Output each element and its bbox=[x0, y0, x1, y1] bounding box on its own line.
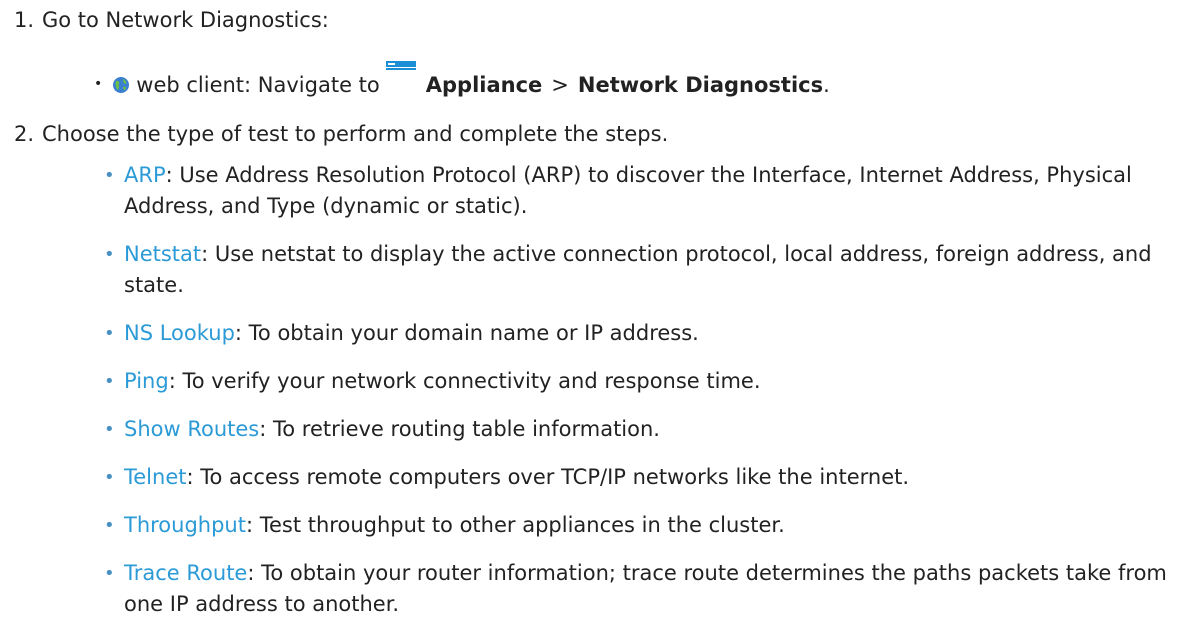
trace-route-link[interactable]: Trace Route bbox=[124, 561, 247, 585]
step-2: 2. Choose the type of test to perform and… bbox=[0, 122, 668, 146]
list-item: • Trace Route: To obtain your router info… bbox=[104, 558, 1174, 620]
nav-separator: > bbox=[551, 73, 569, 97]
globe-icon bbox=[112, 75, 130, 93]
sentence-end: . bbox=[823, 73, 830, 97]
item-description: : To obtain your router information; tra… bbox=[124, 561, 1167, 616]
list-item: • ARP: Use Address Resolution Protocol (A… bbox=[104, 160, 1174, 222]
navigation-instruction: • web client: Navigate to Appliance > Ne… bbox=[94, 61, 830, 97]
arp-link[interactable]: ARP bbox=[124, 163, 166, 187]
list-item: • Throughput: Test throughput to other ap… bbox=[104, 510, 1174, 541]
list-item: • NS Lookup: To obtain your domain name o… bbox=[104, 318, 1174, 349]
appliance-link: Appliance bbox=[425, 73, 543, 97]
item-description: : To retrieve routing table information. bbox=[259, 417, 660, 441]
item-description: : To verify your network connectivity an… bbox=[168, 369, 761, 393]
ns-lookup-link[interactable]: NS Lookup bbox=[124, 321, 235, 345]
step-text: Choose the type of test to perform and c… bbox=[42, 122, 669, 146]
list-item: • Telnet: To access remote computers over… bbox=[104, 462, 1174, 493]
item-description: : Test throughput to other appliances in… bbox=[245, 513, 785, 537]
test-list: • ARP: Use Address Resolution Protocol (A… bbox=[104, 160, 1174, 637]
bullet: • bbox=[94, 76, 103, 92]
bullet: • bbox=[104, 467, 115, 488]
bullet: • bbox=[104, 165, 115, 186]
netstat-link[interactable]: Netstat bbox=[124, 242, 201, 266]
list-item: • Ping: To verify your network connectivi… bbox=[104, 366, 1174, 397]
appliance-icon bbox=[385, 60, 416, 82]
item-description: : Use netstat to display the active conn… bbox=[124, 242, 1152, 297]
step-number: 1. bbox=[13, 8, 34, 32]
bullet: • bbox=[104, 244, 115, 265]
list-item: • Netstat: Use netstat to display the act… bbox=[104, 239, 1174, 301]
item-description: : To access remote computers over TCP/IP… bbox=[186, 465, 910, 489]
telnet-link[interactable]: Telnet bbox=[124, 465, 186, 489]
bullet: • bbox=[104, 515, 115, 536]
show-routes-link[interactable]: Show Routes bbox=[124, 417, 259, 441]
ping-link[interactable]: Ping bbox=[124, 369, 169, 393]
step-number: 2. bbox=[13, 122, 34, 146]
client-label: web client: Navigate to bbox=[136, 73, 380, 97]
throughput-link[interactable]: Throughput bbox=[124, 513, 246, 537]
bullet: • bbox=[104, 419, 115, 440]
network-diagnostics-link: Network Diagnostics bbox=[577, 73, 824, 97]
bullet: • bbox=[104, 371, 115, 392]
list-item: • Show Routes: To retrieve routing table … bbox=[104, 414, 1174, 445]
item-description: : Use Address Resolution Protocol (ARP) … bbox=[124, 163, 1132, 218]
bullet: • bbox=[104, 563, 115, 584]
step-1: 1. Go to Network Diagnostics: bbox=[0, 8, 329, 32]
item-description: : To obtain your domain name or IP addre… bbox=[234, 321, 699, 345]
bullet: • bbox=[104, 323, 115, 344]
step-text: Go to Network Diagnostics: bbox=[42, 8, 329, 32]
